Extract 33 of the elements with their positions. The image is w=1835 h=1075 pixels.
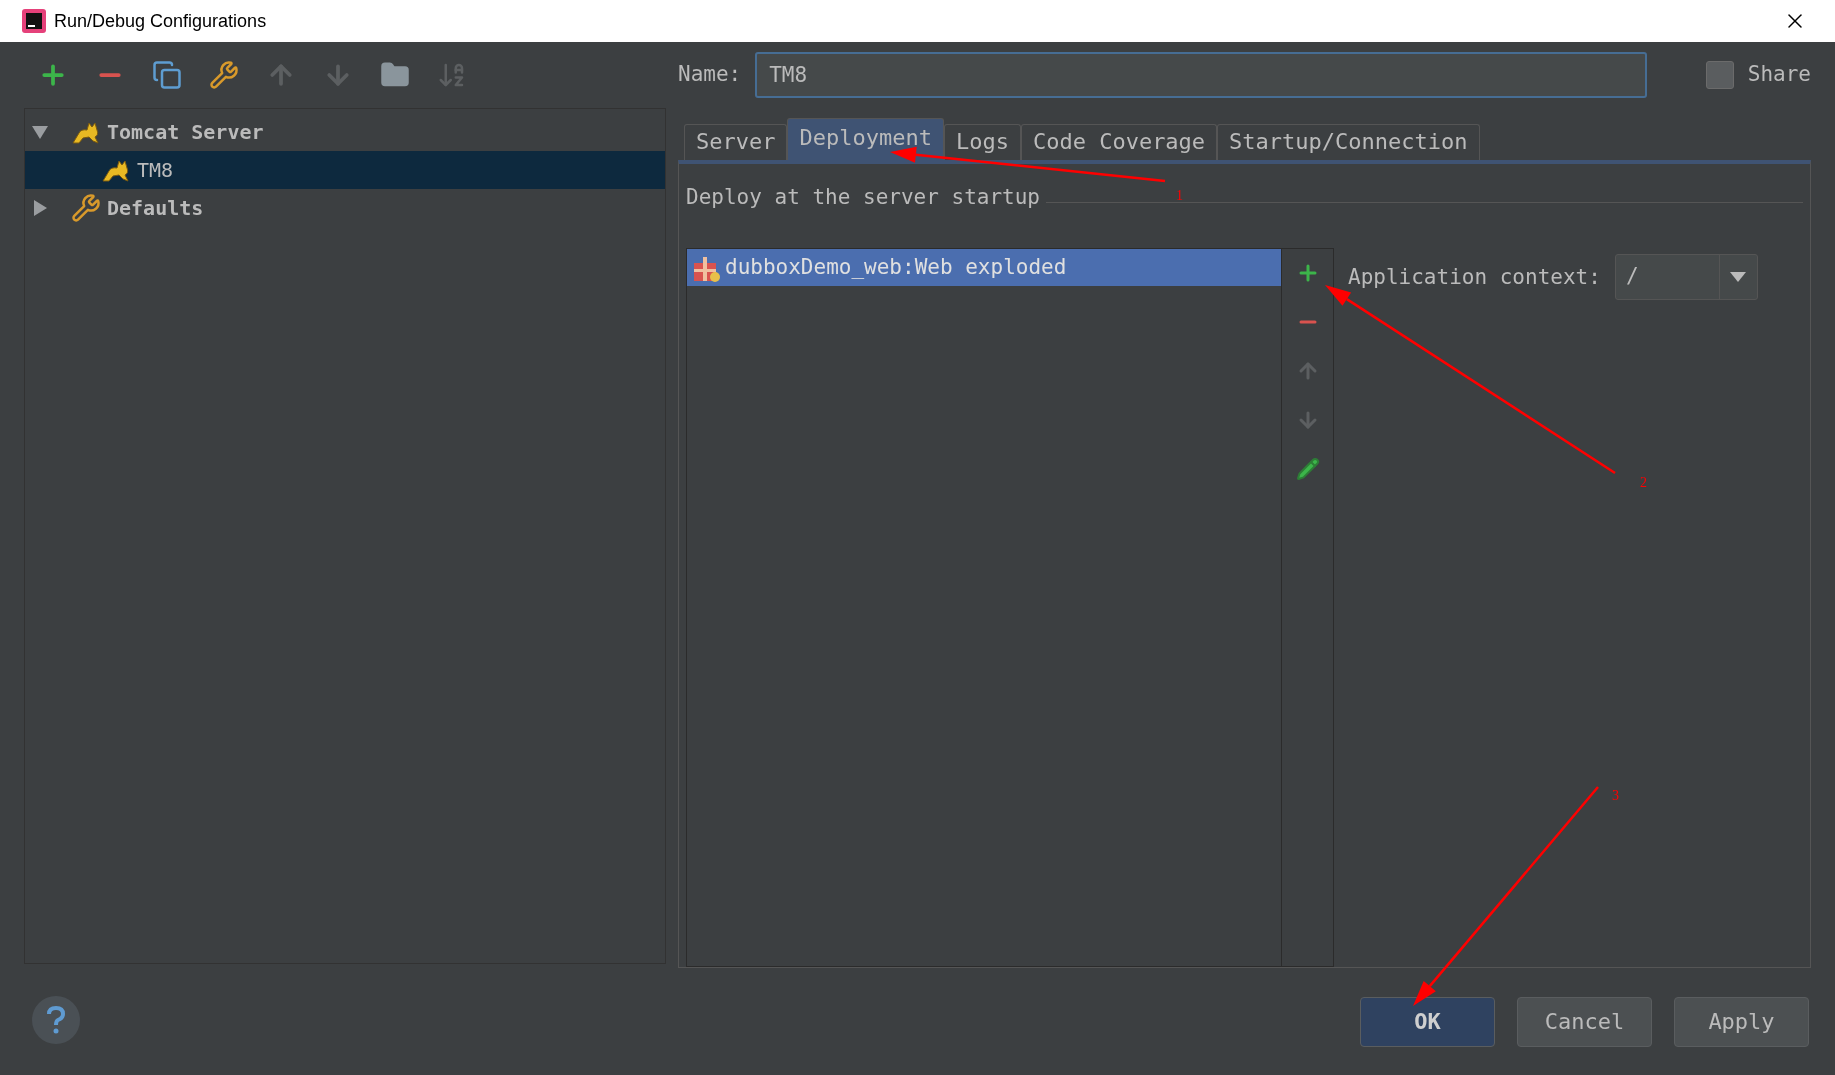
annotation-number: 3 — [1612, 787, 1619, 805]
tree-item[interactable]: TM8 — [25, 151, 665, 189]
section-heading: Deploy at the server startup — [686, 184, 1040, 212]
dropdown-arrow-icon[interactable] — [1730, 271, 1747, 283]
tree-item[interactable]: Defaults — [25, 189, 665, 227]
tab[interactable]: Logs — [943, 124, 1021, 160]
tab[interactable]: Code Coverage — [1020, 124, 1218, 160]
dialog-button[interactable]: Apply — [1674, 996, 1809, 1047]
wrench-icon — [71, 193, 101, 223]
annotation-number: 2 — [1640, 474, 1647, 492]
pencil-icon[interactable] — [1295, 457, 1320, 481]
wrench-icon[interactable] — [209, 60, 239, 90]
share-checkbox[interactable] — [1705, 61, 1734, 89]
app-logo-icon — [22, 9, 46, 33]
name-label: Name: — [678, 61, 742, 89]
tab[interactable]: Startup/Connection — [1217, 124, 1480, 160]
tab[interactable]: Server — [684, 124, 788, 160]
tab[interactable]: Deployment — [787, 118, 944, 160]
copy-icon[interactable] — [152, 60, 182, 90]
share-label: Share — [1747, 61, 1811, 89]
ok-button[interactable]: OK — [1360, 996, 1495, 1047]
application-context-label: Application context: — [1348, 264, 1601, 291]
collapse-arrow-icon[interactable] — [31, 123, 49, 141]
annotation-number: 1 — [1176, 187, 1183, 205]
window-title: Run/Debug Configurations — [54, 9, 267, 33]
question-mark-icon — [46, 1005, 66, 1034]
expand-arrow-icon[interactable] — [31, 199, 49, 217]
tree-item[interactable]: Tomcat Server — [25, 113, 665, 151]
artifact-item[interactable]: dubboxDemo_web:Web exploded — [687, 249, 1281, 286]
dialog-button[interactable]: Cancel — [1517, 996, 1652, 1047]
application-context-combo[interactable]: / — [1614, 254, 1758, 300]
name-field[interactable]: TM8 — [755, 52, 1648, 98]
help-button[interactable] — [32, 995, 80, 1044]
